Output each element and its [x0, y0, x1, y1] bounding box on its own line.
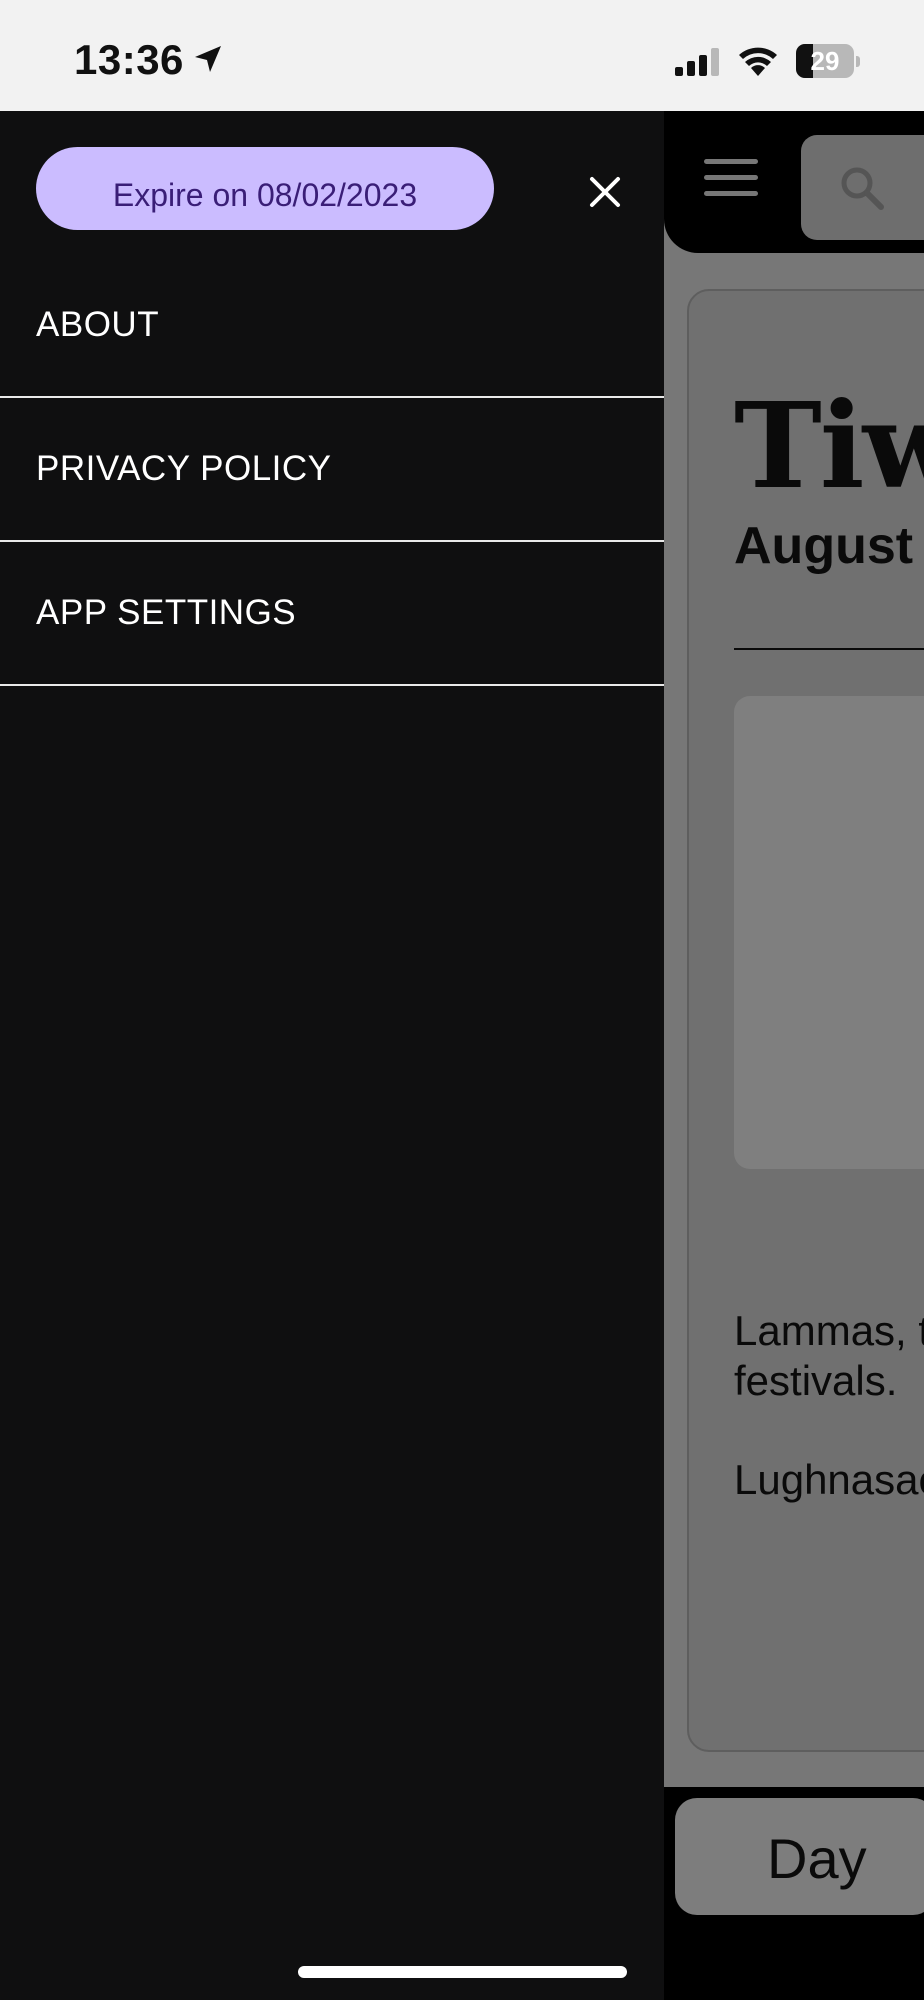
battery-icon: 29 — [796, 44, 860, 78]
side-drawer: Expire on 08/02/2023 ABOUT PRIVACY POLIC… — [0, 111, 664, 2000]
day-tab-button[interactable]: Day — [675, 1798, 924, 1915]
hamburger-menu-icon[interactable] — [704, 159, 758, 197]
status-time: 13:36 — [74, 36, 184, 83]
article-card[interactable]: Tiw August Lammas, t festivals. Lughnasa… — [687, 289, 924, 1752]
article-date: August — [734, 517, 914, 575]
expiration-badge: Expire on 08/02/2023 — [36, 147, 494, 230]
menu-item-privacy-policy[interactable]: PRIVACY POLICY — [0, 398, 664, 542]
wifi-icon — [739, 47, 777, 76]
menu-item-app-settings[interactable]: APP SETTINGS — [0, 542, 664, 686]
menu-item-label: PRIVACY POLICY — [36, 449, 332, 488]
close-icon[interactable] — [586, 173, 624, 211]
menu-item-about[interactable]: ABOUT — [0, 254, 664, 398]
menu-item-label: APP SETTINGS — [36, 593, 297, 632]
home-indicator — [298, 1966, 627, 1978]
cellular-signal-icon — [675, 48, 719, 76]
app-header — [664, 111, 924, 253]
article-text-2: Lughnasac — [734, 1456, 924, 1503]
bottom-bar: Day — [664, 1787, 924, 2000]
search-input[interactable] — [801, 135, 924, 240]
menu-item-label: ABOUT — [36, 305, 160, 344]
article-image-placeholder — [734, 696, 924, 1169]
search-icon — [841, 167, 884, 210]
divider — [734, 648, 924, 650]
masthead-logo: Tiw — [734, 376, 924, 515]
status-bar: 13:36 29 — [0, 0, 924, 111]
day-tab-label: Day — [767, 1827, 867, 1890]
location-arrow-icon — [195, 46, 221, 72]
article-text: Lammas, t festivals. — [734, 1307, 924, 1404]
background-app-overlay[interactable]: Tiw August Lammas, t festivals. Lughnasa… — [664, 111, 924, 2000]
battery-level: 29 — [810, 46, 840, 76]
